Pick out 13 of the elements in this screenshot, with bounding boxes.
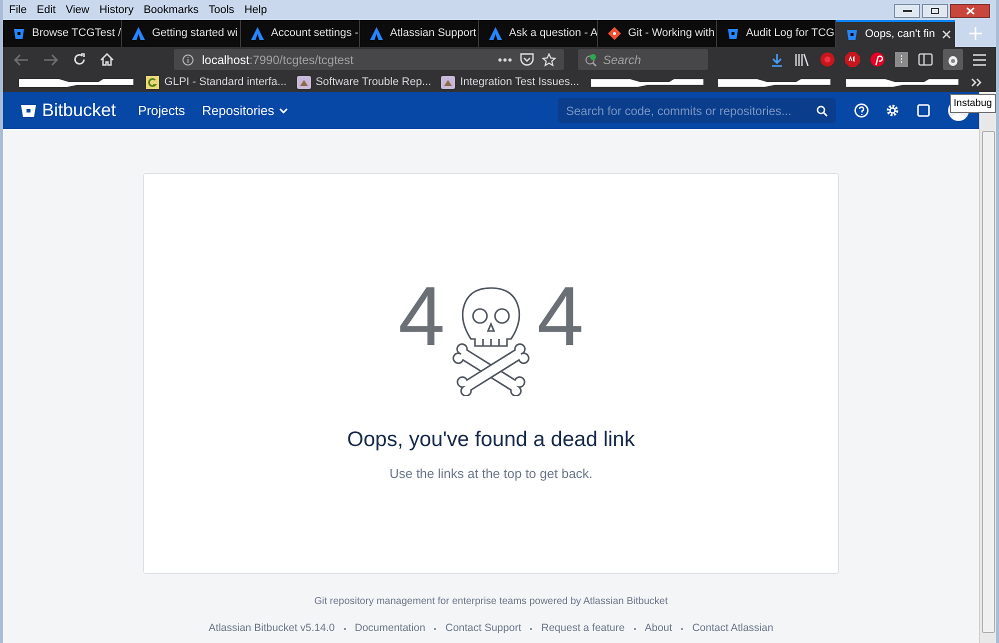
error-digit: 4 xyxy=(537,274,584,358)
tab-title: Oops, can't fin xyxy=(865,27,935,42)
error-title: Oops, you've found a dead link xyxy=(347,427,635,453)
tab-title: Getting started wi xyxy=(152,26,238,42)
url-text: localhost:7990/tcgtes/tcgtest xyxy=(202,52,354,68)
tab-title: Account settings - xyxy=(271,26,358,42)
error-digit: 4 xyxy=(398,274,445,358)
tab-title: Audit Log for TCG xyxy=(746,26,834,42)
tab-title: Browse TCGTest / xyxy=(32,26,121,42)
tab-title: Atlassian Support xyxy=(390,26,476,42)
tab-title: Git - Working with xyxy=(628,26,715,42)
footer-tagline: Git repository management for enterprise teams powered by Atlassian Bitbucket xyxy=(314,595,668,609)
error-subtitle: Use the links at the top to get back. xyxy=(389,464,593,483)
